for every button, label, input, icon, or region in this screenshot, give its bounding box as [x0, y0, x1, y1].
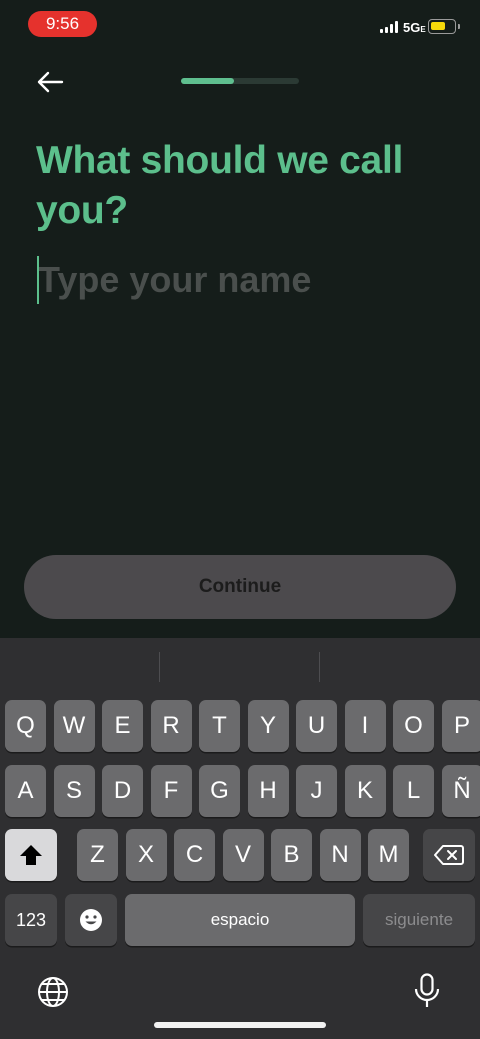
- text-caret: [37, 256, 39, 304]
- key-ñ[interactable]: Ñ: [441, 765, 480, 817]
- emoji-key[interactable]: [65, 894, 117, 946]
- network-label: 5GE: [403, 20, 426, 35]
- signal-bars-icon: [380, 21, 400, 33]
- suggestion-divider: [159, 652, 160, 682]
- shift-key[interactable]: [5, 829, 57, 881]
- key-d[interactable]: D: [102, 765, 143, 817]
- status-bar: 9:56 5GE: [0, 0, 480, 48]
- numbers-key[interactable]: 123: [5, 894, 57, 946]
- suggestion-divider: [319, 652, 320, 682]
- key-l[interactable]: L: [393, 765, 434, 817]
- onboarding-progress-bar: [181, 78, 299, 84]
- key-w[interactable]: W: [53, 700, 95, 752]
- key-c[interactable]: C: [174, 829, 215, 881]
- continue-button[interactable]: Continue: [24, 555, 456, 619]
- battery-icon: [428, 19, 456, 34]
- microphone-icon[interactable]: [414, 973, 440, 1009]
- key-g[interactable]: G: [199, 765, 240, 817]
- battery-cap: [458, 24, 460, 29]
- key-p[interactable]: P: [441, 700, 480, 752]
- next-key[interactable]: siguiente: [363, 894, 475, 946]
- key-z[interactable]: Z: [77, 829, 118, 881]
- key-y[interactable]: Y: [247, 700, 289, 752]
- key-n[interactable]: N: [319, 829, 361, 881]
- globe-icon[interactable]: [36, 975, 70, 1009]
- delete-key[interactable]: [423, 829, 475, 881]
- emoji-icon: [80, 909, 102, 931]
- key-q[interactable]: Q: [5, 700, 46, 752]
- key-r[interactable]: R: [150, 700, 192, 752]
- key-u[interactable]: U: [296, 700, 337, 752]
- key-b[interactable]: B: [271, 829, 312, 881]
- key-o[interactable]: O: [393, 700, 434, 752]
- shift-icon: [20, 845, 42, 865]
- back-button[interactable]: [30, 64, 70, 100]
- key-e[interactable]: E: [102, 700, 143, 752]
- key-f[interactable]: F: [150, 765, 192, 817]
- space-key[interactable]: espacio: [125, 894, 355, 946]
- key-j[interactable]: J: [296, 765, 337, 817]
- name-input[interactable]: [36, 254, 446, 306]
- progress-fill: [181, 78, 235, 84]
- key-m[interactable]: M: [368, 829, 409, 881]
- status-time: 9:56: [28, 11, 97, 37]
- page-title: What should we call you?: [36, 139, 404, 232]
- home-indicator: [154, 1022, 326, 1028]
- arrow-left-icon: [37, 71, 64, 93]
- key-v[interactable]: V: [222, 829, 264, 881]
- key-h[interactable]: H: [247, 765, 289, 817]
- key-x[interactable]: X: [125, 829, 167, 881]
- backspace-icon: [434, 845, 464, 865]
- key-k[interactable]: K: [344, 765, 386, 817]
- key-i[interactable]: I: [344, 700, 386, 752]
- key-s[interactable]: S: [53, 765, 95, 817]
- key-a[interactable]: A: [5, 765, 46, 817]
- key-t[interactable]: T: [199, 700, 240, 752]
